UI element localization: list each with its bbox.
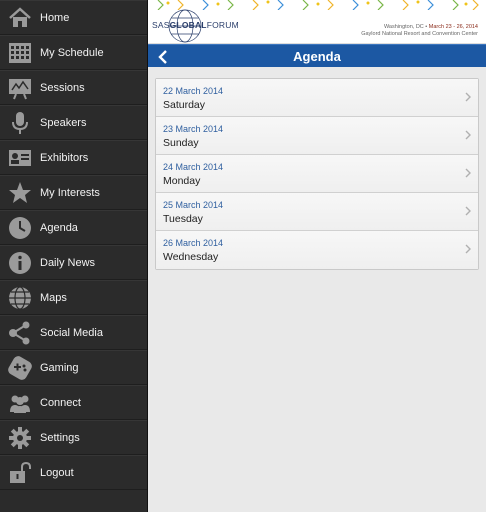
page-header: Agenda — [148, 44, 486, 67]
sidebar-item-label: Maps — [40, 291, 67, 304]
agenda-day-list: 22 March 2014 Saturday 23 March 2014 Sun… — [155, 78, 479, 270]
back-button[interactable] — [153, 45, 173, 68]
clock-icon — [0, 210, 40, 245]
chevron-right-icon — [465, 168, 471, 178]
list-item[interactable]: 23 March 2014 Sunday — [156, 117, 478, 155]
event-location: Washington, DC — [383, 24, 424, 30]
sidebar-item-speakers[interactable]: Speakers — [0, 105, 147, 140]
sidebar-item-label: Sessions — [40, 81, 85, 94]
list-item-date: 23 March 2014 — [163, 124, 224, 134]
event-logo: SAS GLOBAL FORUM — [152, 8, 239, 42]
sidebar-item-agenda[interactable]: Agenda — [0, 210, 147, 245]
sidebar-item-label: Settings — [40, 431, 80, 444]
sidebar-nav: Home My Schedule Sessions Speakers Exhib… — [0, 0, 148, 512]
sidebar-item-social-media[interactable]: Social Media — [0, 315, 147, 350]
sidebar-item-my-interests[interactable]: My Interests — [0, 175, 147, 210]
list-item[interactable]: 22 March 2014 Saturday — [156, 79, 478, 117]
sidebar-item-daily-news[interactable]: Daily News — [0, 245, 147, 280]
chevron-right-icon — [465, 92, 471, 102]
list-item-weekday: Tuesday — [163, 213, 203, 225]
list-item-date: 25 March 2014 — [163, 200, 224, 210]
sidebar-item-label: Agenda — [40, 221, 78, 234]
list-item-weekday: Monday — [163, 175, 201, 187]
sidebar-item-sessions[interactable]: Sessions — [0, 70, 147, 105]
unlock-icon — [0, 455, 40, 490]
sidebar-item-label: My Schedule — [40, 46, 104, 59]
microphone-icon — [0, 105, 40, 140]
sidebar-item-gaming[interactable]: Gaming — [0, 350, 147, 385]
sidebar-item-label: Speakers — [40, 116, 87, 129]
main-content: SAS GLOBAL FORUM Washington, DC • March … — [148, 0, 486, 512]
sidebar-item-label: My Interests — [40, 186, 100, 199]
list-item-date: 22 March 2014 — [163, 86, 224, 96]
sidebar-item-home[interactable]: Home — [0, 0, 147, 35]
event-banner: SAS GLOBAL FORUM Washington, DC • March … — [148, 0, 486, 44]
star-icon — [0, 175, 40, 210]
chevron-right-icon — [465, 244, 471, 254]
list-item[interactable]: 25 March 2014 Tuesday — [156, 193, 478, 231]
logo-suffix: FORUM — [206, 20, 239, 30]
home-icon — [0, 0, 40, 35]
gamepad-icon — [0, 350, 40, 385]
info-icon — [0, 245, 40, 280]
event-dates: March 23 - 26, 2014 — [428, 24, 478, 30]
logo-main: GLOBAL — [169, 20, 207, 30]
globe-icon — [0, 280, 40, 315]
sidebar-item-logout[interactable]: Logout — [0, 455, 147, 490]
sidebar-item-exhibitors[interactable]: Exhibitors — [0, 140, 147, 175]
sidebar-item-label: Logout — [40, 466, 74, 479]
list-item-date: 24 March 2014 — [163, 162, 224, 172]
people-icon — [0, 385, 40, 420]
gear-icon — [0, 420, 40, 455]
share-icon — [0, 315, 40, 350]
list-item[interactable]: 26 March 2014 Wednesday — [156, 231, 478, 269]
chevron-right-icon — [465, 206, 471, 216]
sidebar-item-label: Exhibitors — [40, 151, 89, 164]
list-item-weekday: Saturday — [163, 99, 206, 111]
chevron-right-icon — [465, 130, 471, 140]
event-venue: Gaylord National Resort and Convention C… — [361, 31, 478, 37]
logo-prefix: SAS — [152, 20, 170, 30]
sidebar-item-label: Gaming — [40, 361, 79, 374]
sidebar-item-maps[interactable]: Maps — [0, 280, 147, 315]
presentation-icon — [0, 70, 40, 105]
id-card-icon — [0, 140, 40, 175]
list-item-weekday: Wednesday — [163, 251, 219, 263]
sidebar-item-connect[interactable]: Connect — [0, 385, 147, 420]
list-item-weekday: Sunday — [163, 137, 199, 149]
sidebar-item-settings[interactable]: Settings — [0, 420, 147, 455]
sidebar-item-my-schedule[interactable]: My Schedule — [0, 35, 147, 70]
sidebar-item-label: Social Media — [40, 326, 103, 339]
sidebar-item-label: Home — [40, 11, 70, 24]
list-item[interactable]: 24 March 2014 Monday — [156, 155, 478, 193]
event-info: Washington, DC • March 23 - 26, 2014 Gay… — [361, 24, 478, 37]
list-item-date: 26 March 2014 — [163, 238, 224, 248]
sidebar-item-label: Daily News — [40, 256, 96, 269]
calendar-icon — [0, 35, 40, 70]
chevron-left-icon — [158, 49, 167, 64]
sidebar-item-label: Connect — [40, 396, 81, 409]
page-title: Agenda — [293, 48, 341, 64]
